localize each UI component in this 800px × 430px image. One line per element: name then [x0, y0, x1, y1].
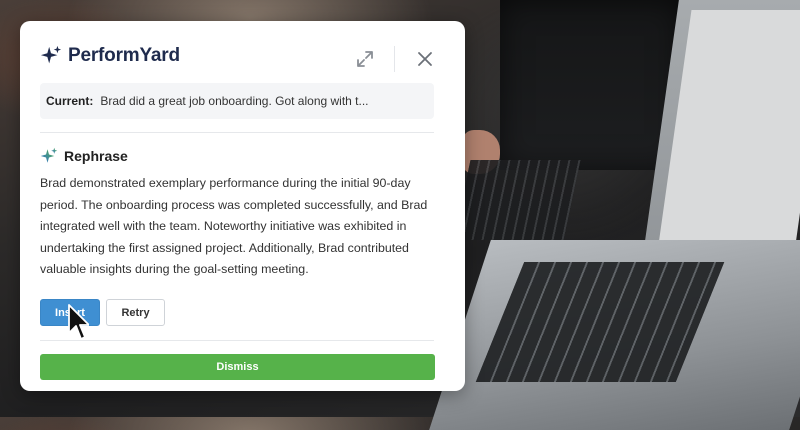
- header-divider: [394, 46, 395, 72]
- background-monitor: [500, 0, 680, 170]
- sparkle-logo-icon: [40, 45, 62, 64]
- current-label: Current:: [46, 94, 94, 108]
- current-text: Brad did a great job onboarding. Got alo…: [100, 94, 369, 108]
- ai-assistant-panel: PerformYard Current: Brad did a great jo…: [20, 21, 465, 391]
- rephrase-title: Rephrase: [64, 148, 128, 164]
- rephrased-text: Brad demonstrated exemplary performance …: [40, 176, 428, 277]
- background-keyboard: [453, 160, 581, 240]
- rephrase-header: Rephrase: [40, 147, 128, 165]
- close-icon: [418, 52, 432, 66]
- expand-button[interactable]: [353, 47, 377, 71]
- sparkle-icon: [40, 147, 58, 163]
- brand-name: PerformYard: [68, 45, 180, 66]
- insert-button[interactable]: Insert: [40, 299, 100, 326]
- brand-logo: PerformYard: [40, 45, 180, 67]
- expand-icon: [357, 51, 373, 67]
- divider: [40, 340, 434, 341]
- current-text-box: Current: Brad did a great job onboarding…: [40, 83, 434, 119]
- divider: [40, 132, 434, 133]
- dismiss-button[interactable]: Dismiss: [40, 354, 435, 380]
- retry-button[interactable]: Retry: [106, 299, 165, 326]
- close-button[interactable]: [413, 47, 437, 71]
